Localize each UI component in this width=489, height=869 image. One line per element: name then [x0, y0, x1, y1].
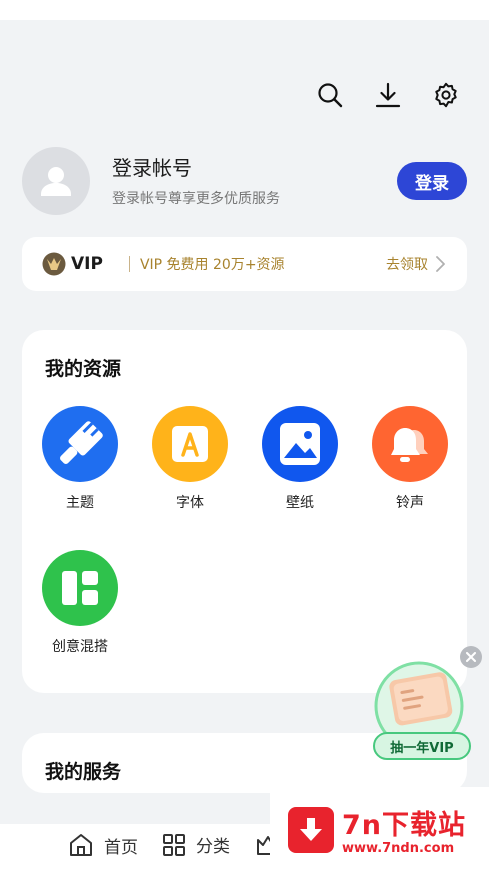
- chevron-right-icon: [436, 256, 445, 272]
- nav-category-label: 分类: [196, 837, 230, 857]
- resource-label: 创意混搭: [52, 639, 108, 655]
- vip-badge: VIP: [71, 254, 103, 274]
- brush-icon: [42, 406, 118, 482]
- vip-logo: VIP: [42, 252, 103, 276]
- vip-banner[interactable]: VIP VIP 免费用 20万+资源 去领取: [22, 237, 467, 291]
- watermark-overlay: 7n下载站 www.7ndn.com: [270, 787, 489, 869]
- header-actions: [317, 82, 459, 108]
- theme-circle: [42, 406, 118, 482]
- account-subtitle: 登录帐号尊享更多优质服务: [112, 191, 280, 207]
- account-title[interactable]: 登录帐号: [112, 152, 192, 181]
- resource-label: 铃声: [396, 495, 424, 511]
- resource-wallpaper[interactable]: 壁纸: [255, 406, 345, 512]
- login-button[interactable]: 登录: [397, 162, 467, 200]
- ringtone-circle: [372, 406, 448, 482]
- download-icon[interactable]: [375, 82, 401, 108]
- settings-icon[interactable]: [433, 82, 459, 108]
- bell-icon: [372, 406, 448, 482]
- my-services-title: 我的服务: [45, 761, 122, 783]
- my-resources-title: 我的资源: [45, 358, 122, 380]
- resource-font[interactable]: 字体: [145, 406, 235, 512]
- search-icon[interactable]: [317, 82, 343, 108]
- vip-claim-link[interactable]: 去领取: [386, 254, 428, 274]
- home-icon: [70, 834, 92, 856]
- watermark-download-icon: [288, 807, 334, 853]
- font-circle: [152, 406, 228, 482]
- vip-crown-icon: [42, 252, 66, 276]
- creative-mix-circle: [42, 550, 118, 626]
- watermark-title: 7n下载站: [342, 810, 467, 841]
- resource-label: 字体: [176, 495, 204, 511]
- resource-label: 壁纸: [286, 495, 314, 511]
- font-icon: [152, 406, 228, 482]
- nav-home-label: 首页: [104, 837, 138, 858]
- image-icon: [262, 406, 338, 482]
- resource-ringtone[interactable]: 铃声: [365, 406, 455, 512]
- nav-category[interactable]: 分类: [162, 832, 230, 857]
- resource-creative-mix[interactable]: 创意混搭: [35, 550, 125, 656]
- vip-divider: [128, 256, 130, 272]
- resource-theme[interactable]: 主题: [35, 406, 125, 512]
- vip-promo-text: VIP 免费用 20万+资源: [139, 257, 285, 273]
- floating-vip-label[interactable]: 抽一年VIP: [373, 732, 471, 760]
- mix-icon: [42, 550, 118, 626]
- close-icon[interactable]: [460, 646, 482, 668]
- my-resources-card: 我的资源 主题 字体 壁纸 铃声 创意混搭: [22, 330, 467, 693]
- wallpaper-circle: [262, 406, 338, 482]
- resource-label: 主题: [66, 495, 94, 511]
- user-icon: [41, 167, 71, 196]
- watermark-url: www.7ndn.com: [342, 841, 455, 856]
- avatar[interactable]: [22, 147, 90, 215]
- grid-icon: [163, 833, 185, 856]
- nav-home[interactable]: 首页: [68, 832, 138, 858]
